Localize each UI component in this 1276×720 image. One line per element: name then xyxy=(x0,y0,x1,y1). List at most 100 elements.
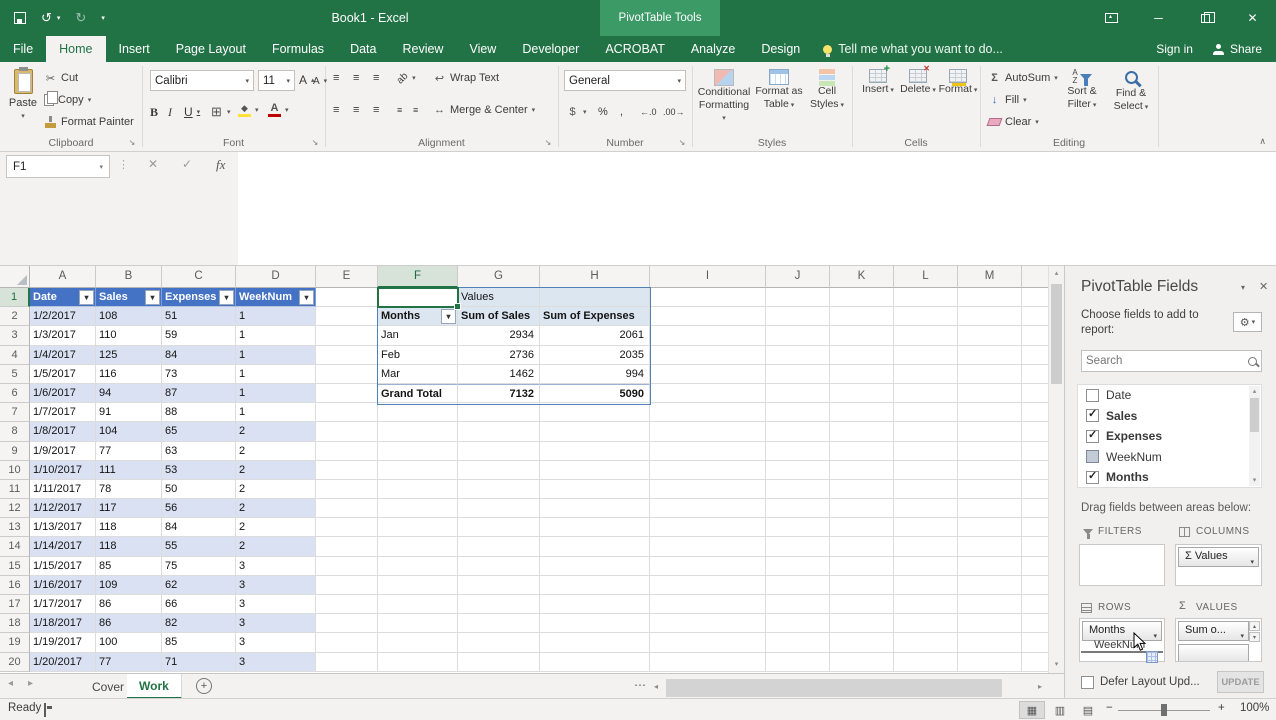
cell-H10[interactable] xyxy=(540,461,650,480)
font-dialog-launcher[interactable]: ↘ xyxy=(309,138,321,147)
cell-G11[interactable] xyxy=(458,480,540,499)
copy-button[interactable]: Copy▾ xyxy=(44,90,91,110)
field-list-scrollbar[interactable]: ▴ ▾ xyxy=(1249,386,1260,486)
cell-G8[interactable] xyxy=(458,422,540,441)
macro-record-button[interactable] xyxy=(44,703,46,717)
cell-I20[interactable] xyxy=(650,653,766,672)
cell-A10[interactable]: 1/10/2017 xyxy=(30,461,96,480)
cell-L17[interactable] xyxy=(894,595,958,614)
cell-C2[interactable]: 51 xyxy=(162,307,236,326)
cell-B18[interactable]: 86 xyxy=(96,614,162,633)
cell-H5[interactable]: 994 xyxy=(540,365,650,384)
cell-I15[interactable] xyxy=(650,557,766,576)
tab-design[interactable]: Design xyxy=(748,36,813,62)
months-row-chip[interactable]: Months xyxy=(1082,621,1162,641)
increase-decimal-button[interactable]: ←.0 xyxy=(640,102,657,122)
cell-M18[interactable] xyxy=(958,614,1022,633)
number-dialog-launcher[interactable]: ↘ xyxy=(676,138,688,147)
cell-A15[interactable]: 1/15/2017 xyxy=(30,557,96,576)
cell-H19[interactable] xyxy=(540,633,650,652)
cell-J20[interactable] xyxy=(766,653,830,672)
tab-view[interactable]: View xyxy=(456,36,509,62)
cell-B13[interactable]: 118 xyxy=(96,518,162,537)
cell-J3[interactable] xyxy=(766,326,830,345)
cell-G18[interactable] xyxy=(458,614,540,633)
column-header-K[interactable]: K xyxy=(830,266,894,288)
cell-A12[interactable]: 1/12/2017 xyxy=(30,499,96,518)
row-header-8[interactable]: 8 xyxy=(0,422,30,441)
cell-E19[interactable] xyxy=(316,633,378,652)
cell-K12[interactable] xyxy=(830,499,894,518)
normal-view-button[interactable]: ▦ xyxy=(1019,701,1045,719)
cell-H4[interactable]: 2035 xyxy=(540,346,650,365)
row-header-9[interactable]: 9 xyxy=(0,442,30,461)
autosum-button[interactable]: ΣAutoSum▾ xyxy=(988,68,1058,88)
row-header-11[interactable]: 11 xyxy=(0,480,30,499)
horizontal-scrollbar[interactable] xyxy=(664,676,1032,696)
cell-H14[interactable] xyxy=(540,537,650,556)
cell-F7[interactable] xyxy=(378,403,458,422)
cell-C18[interactable]: 82 xyxy=(162,614,236,633)
comma-style-button[interactable]: , xyxy=(620,102,623,122)
row-header-5[interactable]: 5 xyxy=(0,365,30,384)
accounting-format-button[interactable]: $▾ xyxy=(566,102,587,122)
cell-E8[interactable] xyxy=(316,422,378,441)
cell-D4[interactable]: 1 xyxy=(236,346,316,365)
cell-C8[interactable]: 65 xyxy=(162,422,236,441)
alignment-dialog-launcher[interactable]: ↘ xyxy=(542,138,554,147)
cell-K5[interactable] xyxy=(830,365,894,384)
increase-indent-button[interactable]: ≡ xyxy=(413,100,418,120)
cell-G14[interactable] xyxy=(458,537,540,556)
cell-L10[interactable] xyxy=(894,461,958,480)
cell-D2[interactable]: 1 xyxy=(236,307,316,326)
cell-A3[interactable]: 1/3/2017 xyxy=(30,326,96,345)
cell-G1[interactable]: Values xyxy=(458,288,540,307)
cell-J19[interactable] xyxy=(766,633,830,652)
scroll-up-button[interactable]: ▴ xyxy=(1049,266,1064,282)
cell-D5[interactable]: 1 xyxy=(236,365,316,384)
cell-E14[interactable] xyxy=(316,537,378,556)
cell-H3[interactable]: 2061 xyxy=(540,326,650,345)
cell-D14[interactable]: 2 xyxy=(236,537,316,556)
column-header-F[interactable]: F xyxy=(378,266,458,288)
cell-I12[interactable] xyxy=(650,499,766,518)
cell-A14[interactable]: 1/14/2017 xyxy=(30,537,96,556)
cell-H13[interactable] xyxy=(540,518,650,537)
tell-me-box[interactable]: Tell me what you want to do... xyxy=(823,36,1003,62)
cell-K7[interactable] xyxy=(830,403,894,422)
cell-K18[interactable] xyxy=(830,614,894,633)
cell-B11[interactable]: 78 xyxy=(96,480,162,499)
cell-D18[interactable]: 3 xyxy=(236,614,316,633)
cell-C3[interactable]: 59 xyxy=(162,326,236,345)
vertical-scrollbar[interactable]: ▴ ▾ xyxy=(1048,266,1064,673)
cell-F2[interactable]: Months xyxy=(378,307,458,326)
values-column-chip[interactable]: Σ Values xyxy=(1178,547,1259,567)
font-size-select[interactable]: 11 xyxy=(258,70,295,91)
cell-K4[interactable] xyxy=(830,346,894,365)
clipboard-dialog-launcher[interactable]: ↘ xyxy=(126,138,138,147)
sum-values-chip[interactable]: Sum o... xyxy=(1178,621,1249,641)
cell-A2[interactable]: 1/2/2017 xyxy=(30,307,96,326)
cell-G9[interactable] xyxy=(458,442,540,461)
cell-L5[interactable] xyxy=(894,365,958,384)
cell-K16[interactable] xyxy=(830,576,894,595)
cell-A11[interactable]: 1/11/2017 xyxy=(30,480,96,499)
cell-I3[interactable] xyxy=(650,326,766,345)
cell-H17[interactable] xyxy=(540,595,650,614)
cell-K19[interactable] xyxy=(830,633,894,652)
cell-I6[interactable] xyxy=(650,384,766,403)
cell-K17[interactable] xyxy=(830,595,894,614)
cell-C13[interactable]: 84 xyxy=(162,518,236,537)
row-header-12[interactable]: 12 xyxy=(0,499,30,518)
cell-J13[interactable] xyxy=(766,518,830,537)
hscroll-left-button[interactable]: ◂ xyxy=(648,674,664,699)
cell-G15[interactable] xyxy=(458,557,540,576)
conditional-formatting-button[interactable]: ConditionalFormatting xyxy=(698,66,750,125)
cell-D15[interactable]: 3 xyxy=(236,557,316,576)
cell-D7[interactable]: 1 xyxy=(236,403,316,422)
cell-G17[interactable] xyxy=(458,595,540,614)
cell-D10[interactable]: 2 xyxy=(236,461,316,480)
cell-B3[interactable]: 110 xyxy=(96,326,162,345)
font-color-button[interactable]: A▾ xyxy=(268,100,289,120)
cell-I2[interactable] xyxy=(650,307,766,326)
